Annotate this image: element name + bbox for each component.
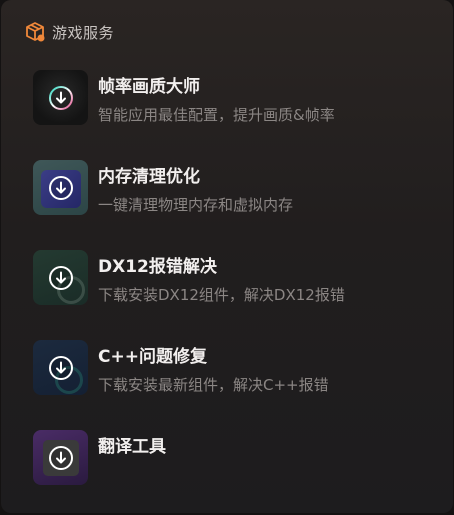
service-item-memory-cleanup[interactable]: 内存清理优化 一键清理物理内存和虚拟内存 <box>33 160 433 218</box>
download-circle-icon <box>49 266 73 290</box>
service-item-cpp-fix[interactable]: C++问题修复 下载安装最新组件，解决C++报错 <box>33 340 433 398</box>
service-item-fps-quality[interactable]: 帧率画质大师 智能应用最佳配置，提升画质&帧率 <box>33 70 433 128</box>
service-description: 下载安装DX12组件，解决DX12报错 <box>98 286 345 304</box>
service-thumbnail <box>33 340 88 395</box>
download-circle-icon <box>49 176 73 200</box>
panel-title: 游戏服务 <box>52 23 115 42</box>
service-description: 智能应用最佳配置，提升画质&帧率 <box>98 106 335 124</box>
download-circle-icon <box>49 356 73 380</box>
game-services-panel: 游戏服务 帧率画质大师 智能应用最佳配置，提升画质&帧率 内存清理优化 一键清理… <box>1 0 453 513</box>
service-thumbnail <box>33 430 88 485</box>
service-thumbnail <box>33 250 88 305</box>
service-item-dx12-fix[interactable]: DX12报错解决 下载安装DX12组件，解决DX12报错 <box>33 250 433 308</box>
package-box-icon <box>26 22 45 42</box>
service-description: 一键清理物理内存和虚拟内存 <box>98 196 294 214</box>
service-thumbnail <box>33 160 88 215</box>
service-description: 下载安装最新组件，解决C++报错 <box>98 376 329 394</box>
service-name: 帧率画质大师 <box>98 77 200 97</box>
service-name: 内存清理优化 <box>98 167 200 187</box>
panel-header: 游戏服务 <box>24 20 114 44</box>
service-name: 翻译工具 <box>98 437 166 457</box>
service-name: C++问题修复 <box>98 347 207 367</box>
download-circle-icon <box>49 446 73 470</box>
service-thumbnail <box>33 70 88 125</box>
service-name: DX12报错解决 <box>98 257 217 277</box>
download-circle-icon <box>49 86 73 110</box>
service-item-translator[interactable]: 翻译工具 <box>33 430 433 488</box>
